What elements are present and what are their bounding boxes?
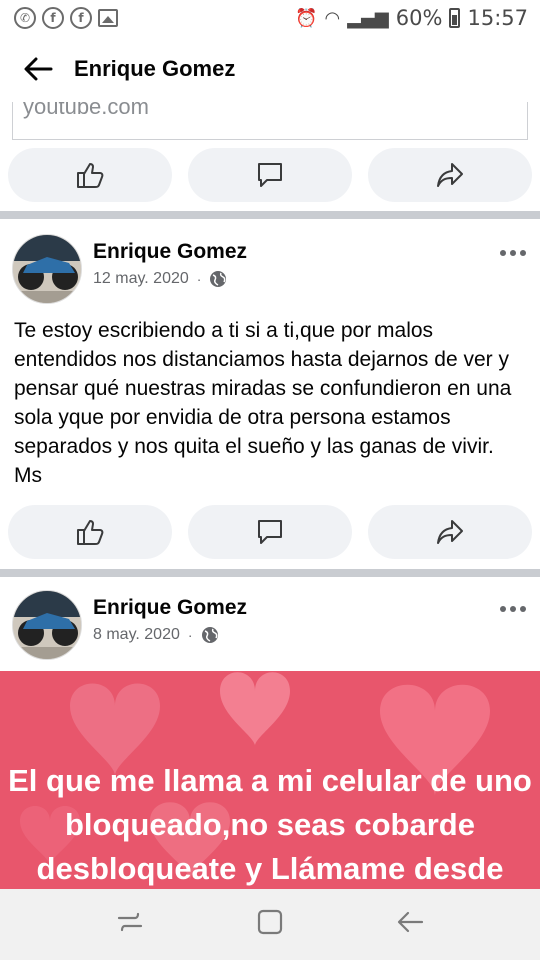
feed-separator [0,211,540,219]
link-preview-card[interactable]: youtube.com [12,102,528,140]
avatar[interactable] [12,234,82,304]
system-status: ⏰ ◠ ▂▄▆ 60% 15:57 [295,6,528,30]
meta-separator: · [187,627,193,643]
comment-icon [258,520,282,544]
like-button[interactable] [8,148,172,202]
meta-separator: · [196,271,202,287]
page-title: Enrique Gomez [74,56,236,81]
back-arrow-icon[interactable] [18,49,58,89]
share-button[interactable] [368,505,532,559]
whatsapp-icon: ✆ [14,7,36,29]
post-meta: 12 may. 2020 · [93,270,227,288]
post-header: Enrique Gomez 12 may. 2020 · [0,234,540,314]
share-icon [437,163,463,187]
image-caption: El que me llama a mi celular de uno bloq… [8,763,532,886]
gallery-icon [98,9,118,27]
status-bar: ✆ f f ⏰ ◠ ▂▄▆ 60% 15:57 [0,0,540,36]
post-actions [0,505,540,559]
avatar[interactable] [12,590,82,660]
share-icon [437,520,463,544]
post-date[interactable]: 12 may. 2020 [93,270,189,288]
more-options-icon[interactable] [500,606,526,612]
comment-button[interactable] [188,505,352,559]
home-icon[interactable] [256,908,284,941]
alarm-icon: ⏰ [295,7,318,29]
globe-icon [210,271,227,287]
post-meta: 8 may. 2020 · [93,626,219,644]
back-icon[interactable] [396,910,424,939]
clock: 15:57 [467,6,528,30]
post-date[interactable]: 8 may. 2020 [93,626,180,644]
facebook-icon: f [70,7,92,29]
battery-icon [449,8,461,28]
recent-apps-icon[interactable] [116,910,144,939]
like-icon [77,520,104,545]
post-actions [0,148,540,202]
more-options-icon[interactable] [500,250,526,256]
post-author[interactable]: Enrique Gomez [93,596,247,620]
link-domain: youtube.com [23,102,149,119]
wifi-icon: ◠ [324,7,341,29]
signal-icon: ▂▄▆ [347,7,389,29]
share-button[interactable] [368,148,532,202]
system-nav-bar [0,889,540,960]
post-header: Enrique Gomez 8 may. 2020 · [0,590,540,670]
comment-button[interactable] [188,148,352,202]
like-icon [77,163,104,188]
facebook-icon: f [42,7,64,29]
post-text: Te estoy escribiendo a ti si a ti,que po… [14,319,512,487]
post-author[interactable]: Enrique Gomez [93,240,247,264]
comment-icon [258,163,282,187]
like-button[interactable] [8,505,172,559]
feed-separator [0,569,540,577]
post-image[interactable]: El que me llama a mi celular de uno bloq… [0,671,540,889]
notification-icons: ✆ f f [14,7,118,29]
app-header: Enrique Gomez [0,36,540,102]
battery-percent: 60% [395,6,443,30]
globe-icon [201,627,218,643]
